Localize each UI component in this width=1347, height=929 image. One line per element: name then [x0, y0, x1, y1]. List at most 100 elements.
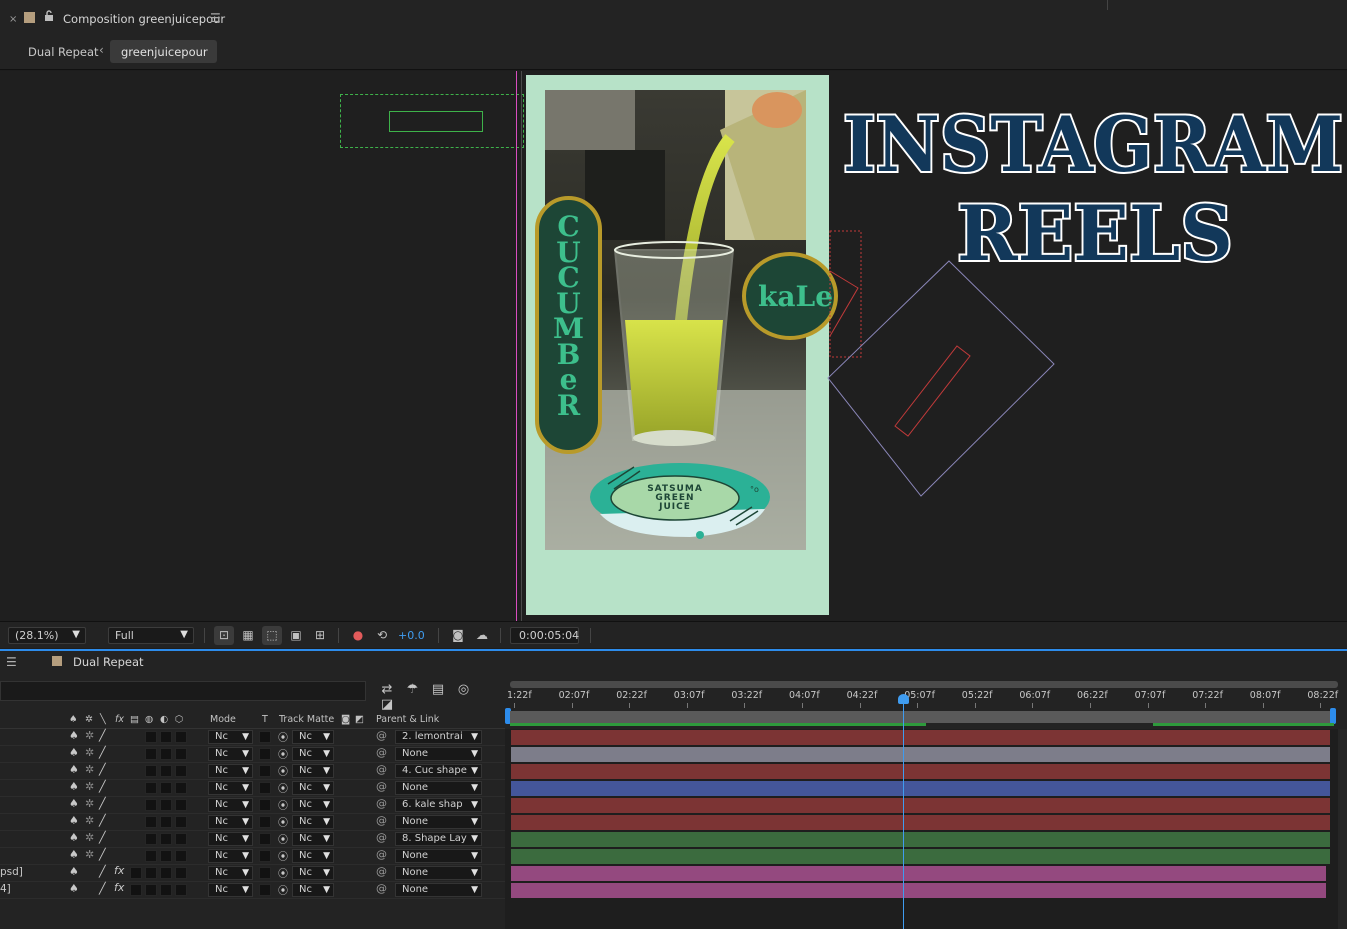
switch-checkbox[interactable] — [145, 748, 157, 760]
switch-checkbox[interactable] — [160, 816, 172, 828]
track-matte-dropdown[interactable]: Nc ▼ — [292, 849, 334, 863]
work-area-bar[interactable] — [510, 711, 1334, 723]
switch-checkbox[interactable] — [175, 782, 187, 794]
track-matte-dropdown[interactable]: Nc ▼ — [292, 798, 334, 812]
shy-layers-icon[interactable]: ☂ — [402, 682, 424, 697]
guide-line[interactable] — [516, 71, 517, 621]
blend-mode-dropdown[interactable]: Nc ▼ — [208, 730, 253, 744]
preserve-transparency-checkbox[interactable] — [259, 816, 271, 828]
layer-track-area[interactable] — [505, 729, 1347, 929]
quality-switch-icon[interactable]: ╱ — [99, 814, 106, 827]
parent-dropdown[interactable]: None ▼ — [395, 815, 482, 829]
frame-blending-icon[interactable]: ▤ — [427, 682, 449, 697]
layer-duration-bar[interactable] — [511, 883, 1326, 898]
composition-viewer[interactable]: C U C U M B e R kaLe °o SATSUMA GREEN JU… — [0, 71, 1347, 621]
layer-duration-bar[interactable] — [511, 798, 1330, 813]
layer-duration-bar[interactable] — [511, 849, 1330, 864]
shy-switch-icon[interactable]: ♠ — [69, 882, 79, 895]
composition-tab[interactable]: × Composition greenjuicepour ☰ — [0, 0, 1347, 35]
layer-duration-bar[interactable] — [511, 730, 1330, 745]
track-matte-dropdown[interactable]: Nc ▼ — [292, 815, 334, 829]
shy-switch-icon[interactable]: ♠ — [69, 763, 79, 776]
breadcrumb-current[interactable]: greenjuicepour — [110, 40, 217, 63]
quality-column-icon[interactable]: ╲ — [100, 714, 106, 725]
timeline-tab-title[interactable]: Dual Repeat — [73, 655, 144, 669]
switch-checkbox[interactable] — [145, 782, 157, 794]
switch-checkbox[interactable] — [145, 884, 157, 896]
layer-row[interactable]: psd] ♠ ╱ fx Nc ▼ ⦿ Nc ▼ @ None ▼ — [0, 864, 505, 882]
quality-switch-icon[interactable]: ╱ — [99, 746, 106, 759]
effect-switch-icon[interactable]: fx — [114, 881, 124, 894]
parent-dropdown[interactable]: 8. Shape Lay ▼ — [395, 832, 482, 846]
switch-checkbox[interactable] — [145, 833, 157, 845]
panel-menu-icon[interactable]: ☰ — [210, 11, 221, 25]
collapse-column-icon[interactable]: ✲ — [85, 714, 93, 725]
track-matte-dropdown[interactable]: Nc ▼ — [292, 832, 334, 846]
parent-dropdown[interactable]: None ▼ — [395, 849, 482, 863]
track-matte-pickwhip-icon[interactable]: ⦿ — [278, 831, 288, 846]
track-matte-dropdown[interactable]: Nc ▼ — [292, 781, 334, 795]
track-matte-dropdown[interactable]: Nc ▼ — [292, 730, 334, 744]
layer-bounding-box-inner[interactable] — [389, 111, 483, 132]
quality-switch-icon[interactable]: ╱ — [99, 848, 106, 861]
layer-duration-bar[interactable] — [511, 866, 1326, 881]
blend-mode-dropdown[interactable]: Nc ▼ — [208, 764, 253, 778]
switch-checkbox[interactable] — [130, 867, 142, 879]
collapse-switch-icon[interactable]: ✲ — [85, 831, 94, 844]
3d-layer-column-icon[interactable]: ⬡ — [175, 714, 183, 725]
layer-row[interactable]: ♠ ✲ ╱ Nc ▼ ⦿ Nc ▼ @2. lemontrai ▼ — [0, 729, 505, 746]
reset-exposure-icon[interactable]: ⟲ — [372, 626, 392, 645]
switch-checkbox[interactable] — [175, 884, 187, 896]
switch-checkbox[interactable] — [145, 850, 157, 862]
parent-dropdown[interactable]: None ▼ — [395, 866, 482, 880]
layer-row[interactable]: ♠ ✲ ╱ Nc ▼ ⦿ Nc ▼ @4. Cuc shape ▼ — [0, 763, 505, 780]
layer-row[interactable]: ♠ ✲ ╱ Nc ▼ ⦿ Nc ▼ @8. Shape Lay ▼ — [0, 831, 505, 848]
collapse-switch-icon[interactable]: ✲ — [85, 729, 94, 742]
track-matte-pickwhip-icon[interactable]: ⦿ — [278, 797, 288, 812]
switch-checkbox[interactable] — [160, 748, 172, 760]
switch-checkbox[interactable] — [145, 816, 157, 828]
motion-blur-column-icon[interactable]: ◍ — [145, 714, 153, 725]
switch-checkbox[interactable] — [130, 884, 142, 896]
channels-icon[interactable]: ● — [348, 626, 368, 645]
preserve-transparency-checkbox[interactable] — [259, 884, 271, 896]
parent-pickwhip-icon[interactable]: @ — [376, 814, 387, 827]
time-ruler[interactable]: 1:22f 02:07f 02:22f 03:07f 03:22f 04:07f 04:22… — [505, 679, 1347, 709]
parent-dropdown[interactable]: None ▼ — [395, 781, 482, 795]
layer-search-input[interactable] — [0, 681, 366, 701]
switch-checkbox[interactable] — [175, 850, 187, 862]
track-matte-pickwhip-icon[interactable]: ⦿ — [278, 882, 288, 897]
blend-mode-dropdown[interactable]: Nc ▼ — [208, 883, 253, 897]
layer-duration-bar[interactable] — [511, 815, 1330, 830]
switch-checkbox[interactable] — [160, 833, 172, 845]
layer-row[interactable]: 4] ♠ ╱ fx Nc ▼ ⦿ Nc ▼ @ None ▼ — [0, 881, 505, 899]
preserve-transparency-checkbox[interactable] — [259, 765, 271, 777]
layer-row[interactable]: ♠ ✲ ╱ Nc ▼ ⦿ Nc ▼ @ None ▼ — [0, 814, 505, 831]
close-tab-icon[interactable]: × — [9, 14, 17, 25]
collapse-switch-icon[interactable]: ✲ — [85, 848, 94, 861]
collapse-switch-icon[interactable]: ✲ — [85, 746, 94, 759]
collapse-switch-icon[interactable]: ✲ — [85, 763, 94, 776]
graph-editor-icon[interactable]: ◪ — [376, 697, 398, 712]
switch-checkbox[interactable] — [175, 816, 187, 828]
parent-pickwhip-icon[interactable]: @ — [376, 831, 387, 844]
track-matte-dropdown[interactable]: Nc ▼ — [292, 764, 334, 778]
shy-switch-icon[interactable]: ♠ — [69, 865, 79, 878]
motion-blur-icon[interactable]: ◎ — [453, 682, 475, 697]
track-matte-pickwhip-icon[interactable]: ⦿ — [278, 865, 288, 880]
layer-duration-bar[interactable] — [511, 764, 1330, 779]
switch-checkbox[interactable] — [160, 782, 172, 794]
matte-invert-icon[interactable]: ◩ — [355, 714, 364, 725]
parent-dropdown[interactable]: None ▼ — [395, 883, 482, 897]
quality-switch-icon[interactable]: ╱ — [99, 882, 106, 895]
grid-guides-icon[interactable]: ⊞ — [310, 626, 330, 645]
blend-mode-dropdown[interactable]: Nc ▼ — [208, 849, 253, 863]
shape-layer-outlines[interactable] — [820, 226, 1060, 506]
blend-mode-dropdown[interactable]: Nc ▼ — [208, 747, 253, 761]
snapshot-camera-icon[interactable]: ◙ — [448, 626, 468, 645]
track-matte-pickwhip-icon[interactable]: ⦿ — [278, 814, 288, 829]
shy-switch-icon[interactable]: ♠ — [69, 814, 79, 827]
parent-pickwhip-icon[interactable]: @ — [376, 848, 387, 861]
track-matte-pickwhip-icon[interactable]: ⦿ — [278, 729, 288, 744]
quality-switch-icon[interactable]: ╱ — [99, 780, 106, 793]
